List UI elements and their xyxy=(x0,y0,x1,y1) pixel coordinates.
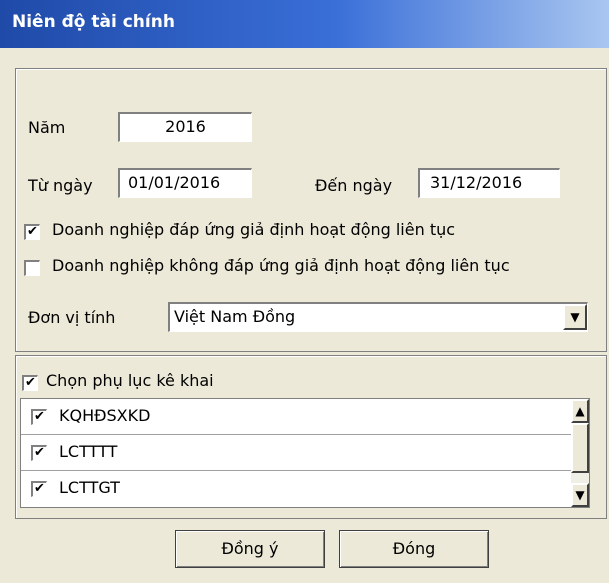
check-icon: ✔ xyxy=(34,409,45,424)
to-date-label: Đến ngày xyxy=(315,176,393,195)
close-button[interactable]: Đóng xyxy=(339,530,489,568)
year-label: Năm xyxy=(28,118,66,137)
to-date-field[interactable]: 31/12/2016 xyxy=(418,168,560,198)
chevron-down-icon: ▼ xyxy=(575,488,585,502)
check-icon: ✔ xyxy=(34,481,45,496)
check-icon: ✔ xyxy=(34,445,45,460)
list-item[interactable]: ✔ LCTTTT xyxy=(21,435,573,471)
appendix-list: ✔ KQHĐSXKD ✔ LCTTTT ✔ LCTTGT ▲ ▼ xyxy=(20,398,590,508)
list-item[interactable]: ✔ LCTTGT xyxy=(21,471,573,507)
scroll-thumb[interactable] xyxy=(571,423,589,473)
agree-button-label: Đồng ý xyxy=(221,539,279,558)
not-going-concern-label: Doanh nghiệp không đáp ứng giả định hoạt… xyxy=(52,256,510,275)
agree-button[interactable]: Đồng ý xyxy=(175,530,325,568)
select-appendix-checkbox[interactable]: ✔ xyxy=(22,375,38,391)
list-item-checkbox[interactable]: ✔ xyxy=(31,445,47,461)
list-item-checkbox[interactable]: ✔ xyxy=(31,409,47,425)
list-item-label: LCTTTT xyxy=(59,442,118,461)
from-date-value: 01/01/2016 xyxy=(128,173,221,192)
not-going-concern-checkbox[interactable] xyxy=(24,260,40,276)
unit-select[interactable]: Việt Nam Đồng ▼ xyxy=(168,302,588,332)
scroll-up-button[interactable]: ▲ xyxy=(571,399,589,423)
chevron-up-icon: ▲ xyxy=(575,404,585,418)
dialog-title: Niên độ tài chính xyxy=(12,12,175,32)
scroll-down-button[interactable]: ▼ xyxy=(571,483,589,507)
dialog-titlebar: Niên độ tài chính xyxy=(0,0,609,48)
from-date-label: Từ ngày xyxy=(28,176,93,195)
year-field[interactable]: 2016 xyxy=(118,112,252,142)
going-concern-checkbox[interactable]: ✔ xyxy=(24,224,40,240)
list-item-checkbox[interactable]: ✔ xyxy=(31,481,47,497)
select-appendix-label: Chọn phụ lục kê khai xyxy=(46,371,214,390)
from-date-field[interactable]: 01/01/2016 xyxy=(118,168,252,198)
to-date-value: 31/12/2016 xyxy=(430,173,523,192)
list-item-label: KQHĐSXKD xyxy=(59,406,151,425)
going-concern-label: Doanh nghiệp đáp ứng giả định hoạt động … xyxy=(52,220,456,239)
check-icon: ✔ xyxy=(25,375,36,390)
year-value: 2016 xyxy=(165,117,206,136)
close-button-label: Đóng xyxy=(392,539,436,558)
list-item-label: LCTTGT xyxy=(59,478,120,497)
unit-dropdown-button[interactable]: ▼ xyxy=(563,304,587,330)
chevron-down-icon: ▼ xyxy=(570,310,580,324)
check-icon: ✔ xyxy=(27,224,38,239)
list-item[interactable]: ✔ KQHĐSXKD xyxy=(21,399,573,435)
unit-value: Việt Nam Đồng xyxy=(174,307,296,326)
unit-label: Đơn vị tính xyxy=(28,308,116,327)
list-scrollbar[interactable]: ▲ ▼ xyxy=(571,399,589,507)
